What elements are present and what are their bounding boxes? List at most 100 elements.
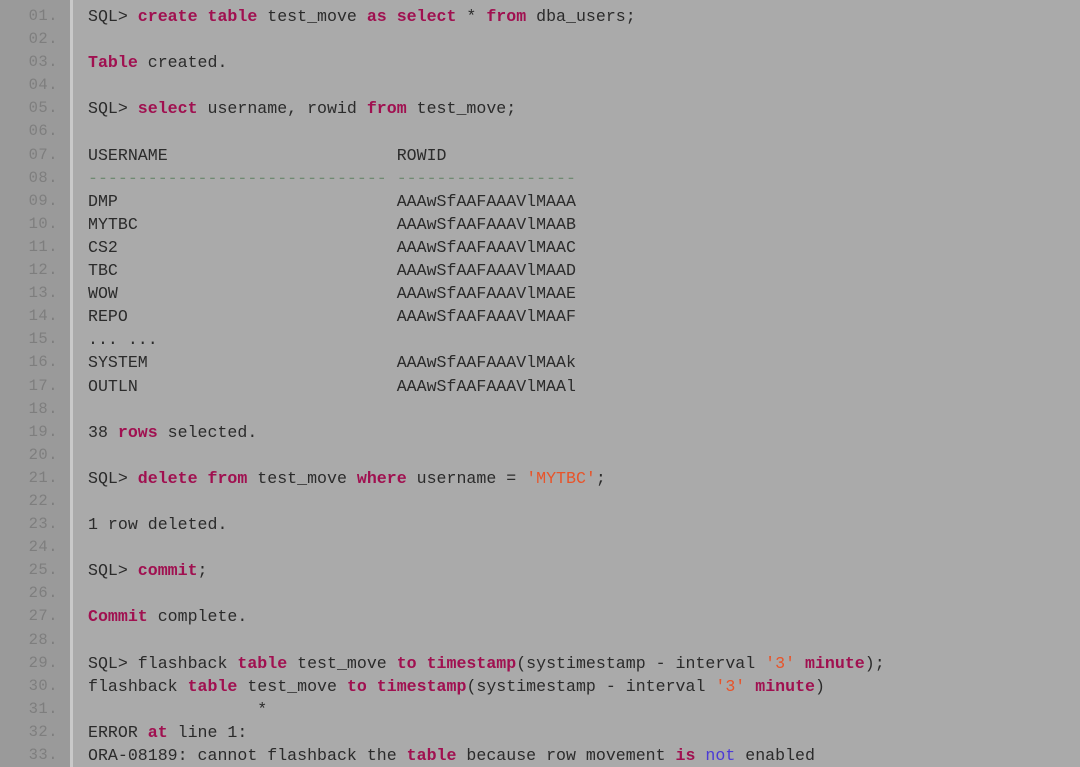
code-token-plain: );	[864, 653, 885, 673]
code-token-str: '3'	[715, 676, 746, 696]
line-number: 24.	[28, 538, 58, 557]
code-token-kw: from	[366, 99, 407, 119]
line-number: 32.	[28, 722, 58, 741]
code-token-kw: to timestamp	[396, 653, 517, 673]
code-line: flashback table test_move to timestamp(s…	[88, 675, 1080, 698]
line-number: 16.	[28, 353, 58, 372]
line-number: 27.	[28, 607, 58, 626]
code-token-plain: OUTLN AAAwSfAAFAAAVlMAAl	[88, 376, 576, 396]
code-token-plain: SQL>	[88, 7, 138, 26]
line-number: 20.	[28, 445, 58, 464]
code-token-plain: enabled	[735, 746, 815, 765]
line-number: 09.	[28, 191, 58, 210]
line-number: 03.	[28, 53, 58, 72]
code-token-plain: line 1:	[167, 722, 248, 742]
code-token-plain: dba_users;	[526, 7, 636, 26]
code-token-plain: (systimestamp - interval	[516, 653, 766, 673]
code-line: ORA-08189: cannot flashback the table be…	[88, 744, 1080, 767]
code-token-kw: table	[187, 676, 238, 696]
line-number: 23.	[28, 515, 58, 534]
code-line: ... ...	[88, 328, 1080, 351]
code-token-plain: REPO AAAwSfAAFAAAVlMAAF	[88, 307, 576, 327]
line-number: 33.	[28, 746, 58, 764]
line-number: 25.	[28, 561, 58, 580]
code-token-plain: SYSTEM AAAwSfAAFAAAVlMAAk	[88, 353, 576, 373]
line-number: 11.	[28, 237, 58, 256]
code-line: TBC AAAwSfAAFAAAVlMAAD	[88, 259, 1080, 282]
code-token-kw: Table	[88, 53, 138, 73]
code-line: SYSTEM AAAwSfAAFAAAVlMAAk	[88, 351, 1080, 374]
code-token-str: '3'	[765, 653, 796, 673]
code-token-plain: ORA-08189: cannot flashback the	[88, 746, 407, 765]
line-number: 08.	[28, 168, 58, 187]
code-token-kw: as select	[366, 7, 457, 26]
code-token-plain: because row movement	[456, 746, 676, 765]
code-token-plain: (systimestamp - interval	[466, 676, 716, 696]
code-line: ------------------------------ ---------…	[88, 167, 1080, 190]
code-token-kw: create table	[137, 7, 258, 26]
code-line: MYTBC AAAwSfAAFAAAVlMAAB	[88, 213, 1080, 236]
code-token-plain: MYTBC AAAwSfAAFAAAVlMAAB	[88, 214, 576, 234]
code-token-kw: delete from	[137, 468, 248, 488]
code-token-kw: at	[147, 722, 168, 742]
code-token-plain: username, rowid	[197, 99, 367, 119]
code-line: 1 row deleted.	[88, 513, 1080, 536]
line-number: 05.	[28, 99, 58, 118]
line-number: 01.	[28, 7, 58, 25]
line-number: 18.	[28, 399, 58, 418]
line-number-gutter: 01. 02. 03. 04. 05. 06. 07. 08. 09. 10. 11. 12. 13. 1…	[0, 0, 73, 767]
line-number: 15.	[28, 330, 58, 349]
code-token-kw: from	[486, 7, 527, 26]
code-line: CS2 AAAwSfAAFAAAVlMAAC	[88, 236, 1080, 259]
code-token-kw: rows	[117, 422, 158, 442]
code-token-kw: where	[356, 468, 407, 488]
code-content-area[interactable]: SQL> create table test_move as select * …	[73, 0, 1080, 767]
code-line: WOW AAAwSfAAFAAAVlMAAE	[88, 282, 1080, 305]
code-token-kw: table	[237, 653, 288, 673]
code-token-not: not	[705, 746, 736, 765]
code-line: SQL> delete from test_move where usernam…	[88, 467, 1080, 490]
line-number: 04.	[28, 76, 58, 95]
line-number: 13.	[28, 284, 58, 303]
code-line: USERNAME ROWID	[88, 144, 1080, 167]
code-line: SQL> flashback table test_move to timest…	[88, 652, 1080, 675]
code-token-kw: is	[675, 746, 696, 765]
code-line: SQL> commit;	[88, 559, 1080, 582]
line-number: 21.	[28, 468, 58, 487]
line-number: 10.	[28, 214, 58, 233]
code-token-kw: select	[137, 99, 198, 119]
code-token-plain: selected.	[157, 422, 258, 442]
code-line: *	[88, 698, 1080, 721]
code-token-str: 'MYTBC'	[526, 468, 596, 488]
line-number: 07.	[28, 145, 58, 164]
code-line: REPO AAAwSfAAFAAAVlMAAF	[88, 305, 1080, 328]
code-token-plain: ERROR	[88, 722, 148, 742]
line-number: 06.	[28, 122, 58, 141]
code-line: Commit complete.	[88, 605, 1080, 628]
code-line: SQL> select username, rowid from test_mo…	[88, 97, 1080, 120]
code-token-plain: ;	[197, 561, 208, 581]
code-token-plain: ... ...	[88, 330, 158, 350]
code-token-plain: USERNAME ROWID	[88, 145, 447, 165]
code-line: 38 rows selected.	[88, 421, 1080, 444]
line-number: 02.	[28, 30, 58, 49]
code-line: ERROR at line 1:	[88, 721, 1080, 744]
code-token-plain: flashback	[88, 676, 188, 696]
code-token-plain: *	[88, 699, 268, 719]
line-number: 12.	[28, 261, 58, 280]
code-token-plain: test_move	[257, 7, 367, 26]
code-token-dash: ------------------------------ ---------…	[88, 168, 576, 188]
code-token-plain: DMP AAAwSfAAFAAAVlMAAA	[88, 191, 576, 211]
code-token-plain: complete.	[147, 607, 248, 627]
code-token-kw: minute	[755, 676, 815, 696]
code-token-plain: created.	[137, 53, 228, 73]
line-number: 14.	[28, 307, 58, 326]
